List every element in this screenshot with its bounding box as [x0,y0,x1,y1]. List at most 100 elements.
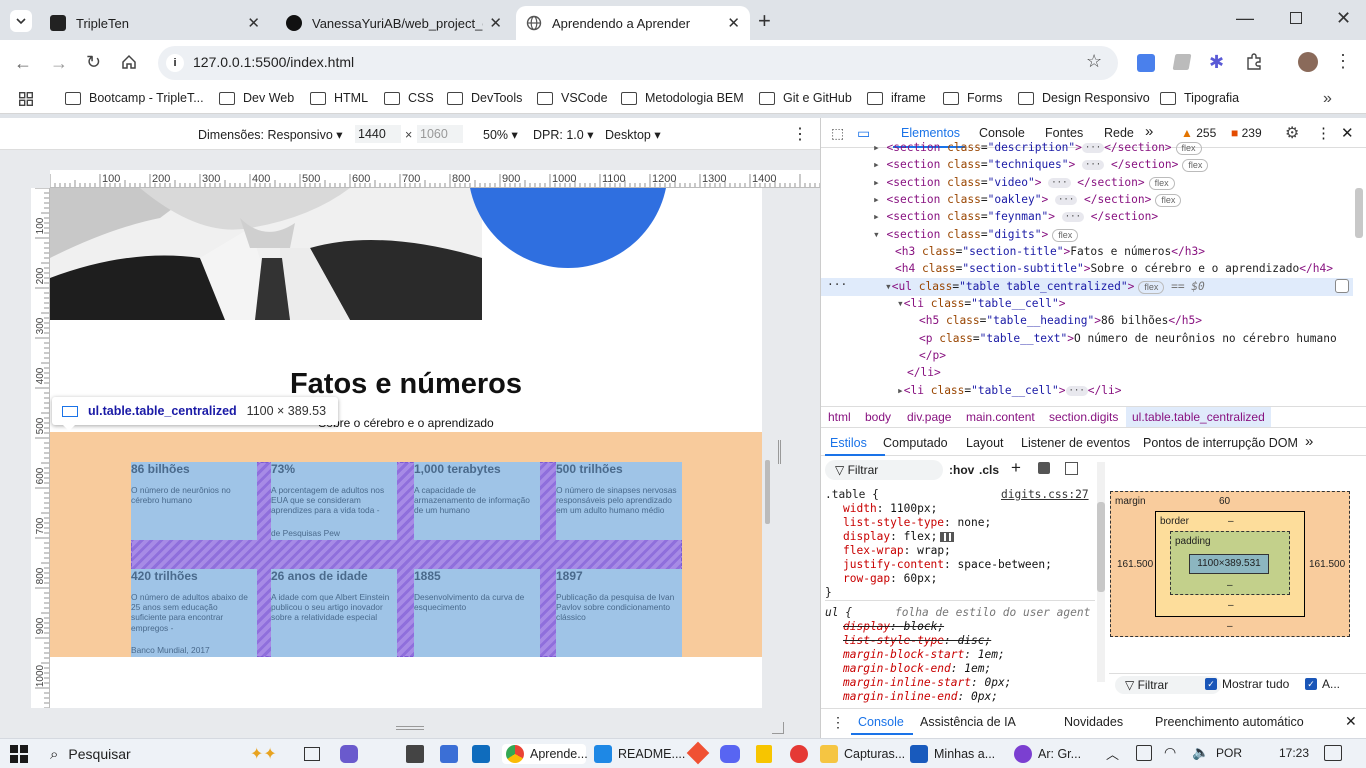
new-tab-button[interactable]: + [758,8,771,34]
styles-filter-input[interactable]: ▽ Filtrar [825,460,943,480]
hov-toggle[interactable]: :hov [949,463,974,477]
settings-gear-icon[interactable]: ⚙ [1285,123,1299,143]
site-info-icon[interactable]: i [166,54,184,72]
back-button[interactable]: ← [14,53,32,74]
taskbar-weather[interactable]: Ar: Gr... [1014,744,1081,764]
address-bar[interactable]: i 127.0.0.1:5500/index.html ☆ [158,46,1118,80]
bookmark-folder[interactable]: CSS [384,91,434,105]
taskbar-app-chrome[interactable]: Aprende... [502,744,588,764]
drawer-close-icon[interactable]: ✕ [1345,713,1357,730]
dom-node-selected[interactable]: ▾<ul class="table table_centralized"> fle… [885,280,1205,294]
bookmark-folder[interactable]: Git e GitHub [759,91,852,105]
drawer-tab-ai[interactable]: Assistência de IA [920,715,1016,729]
resize-handle-right[interactable] [778,440,781,464]
tab-search-button[interactable] [10,10,32,32]
padding-bottom-value[interactable]: – [1227,580,1233,591]
flexbox-editor-icon[interactable] [940,532,955,542]
dom-node[interactable]: ▸ <section class="video"> ··· </section>… [873,176,1175,190]
volume-icon[interactable]: 🔈 [1192,744,1209,761]
width-input[interactable]: 1440 [355,125,401,143]
css-property-value[interactable]: 0px; [971,690,998,703]
dom-node[interactable]: ▸<li class="table__cell"> ··· </li> [897,384,1121,397]
resize-handle-bottom[interactable] [396,726,424,730]
dom-node[interactable]: <h4 class="section-subtitle">Sobre o cér… [895,262,1333,275]
discord-icon[interactable] [720,745,740,763]
zoom-select[interactable]: 50% ▾ [483,127,518,142]
css-property[interactable]: margin-block-end: 1em; [843,662,991,675]
css-property-value[interactable]: none; [958,516,992,529]
css-property[interactable]: display: block; [843,620,944,633]
task-view-icon[interactable] [304,747,320,761]
more-tabs-icon[interactable]: » [1145,123,1153,140]
css-property-name[interactable]: display [843,530,890,543]
warnings-counter[interactable]: ▲ 255 [1181,126,1216,140]
dom-scrollbar[interactable] [1355,188,1363,238]
paint-icon[interactable] [1038,462,1050,474]
bookmark-folder[interactable]: Design Responsivo [1018,91,1150,105]
snowflake-extension-icon[interactable]: ✱ [1209,52,1224,73]
css-property-name[interactable]: list-style-type [843,516,944,529]
css-property[interactable]: margin-inline-start: 0px; [843,676,1011,689]
url-text[interactable]: 127.0.0.1:5500/index.html [193,54,354,70]
bookmark-folder[interactable]: DevTools [447,91,522,105]
language-indicator[interactable]: POR [1216,746,1242,760]
more-bookmarks-icon[interactable]: » [1323,90,1332,108]
clock[interactable]: 17:23 [1279,746,1309,760]
css-property-name[interactable]: width [843,502,877,515]
tab-computed[interactable]: Computado [883,436,948,450]
tab-github[interactable]: VanessaYuriAB/web_project_co ✕ [276,6,512,40]
css-property[interactable]: flex-wrap: wrap; [843,544,951,557]
css-property-name[interactable]: justify-content [843,558,944,571]
youtube-music-icon[interactable] [790,745,808,763]
devtools-close-icon[interactable]: ✕ [1341,124,1354,142]
extension-icon[interactable] [1172,54,1192,70]
outlook-icon[interactable] [472,745,490,763]
css-property[interactable]: row-gap: 60px; [843,572,937,585]
bookmark-folder[interactable]: HTML [310,91,368,105]
bookmark-star-icon[interactable]: ☆ [1086,51,1102,72]
devtools-menu-icon[interactable]: ⋮ [1316,124,1331,142]
bookmark-folder[interactable]: Forms [943,91,1002,105]
viewport-scrollbar[interactable] [765,460,770,524]
menu-kebab-icon[interactable]: ⋮ [1334,51,1352,72]
close-icon[interactable]: ✕ [727,14,740,32]
css-property[interactable]: list-style-type: disc; [843,634,991,647]
dom-node[interactable]: <h3 class="section-title">Fatos e número… [895,245,1205,258]
new-rule-icon[interactable]: + [1011,458,1021,478]
app-icon[interactable] [440,745,458,763]
css-property-name[interactable]: margin-inline-end [843,690,958,703]
margin-top-value[interactable]: 60 [1219,496,1230,507]
more-tabs-icon[interactable]: » [1305,433,1313,450]
show-all-checkbox[interactable]: ✓ Mostrar tudo [1205,677,1289,691]
tab-elements[interactable]: Elementos [901,126,960,140]
dom-node[interactable]: ▸ <section class="techniques"> ··· </sec… [873,158,1209,172]
margin-bottom-value[interactable]: – [1227,621,1233,632]
rule-source-link[interactable]: digits.css:27 [1001,488,1089,501]
height-input[interactable]: 1060 [417,125,463,143]
css-property[interactable]: margin-inline-end: 0px; [843,690,998,703]
css-property[interactable]: justify-content: space-between; [843,558,1052,571]
dom-node[interactable]: ▾ <section class="digits"> flex [873,228,1079,242]
file-explorer-icon[interactable] [406,745,424,763]
reload-button[interactable]: ↻ [86,52,101,73]
styles-scrollbar[interactable] [1097,462,1105,682]
dom-node[interactable]: <p class="table__text">O número de neurô… [919,332,1337,345]
drawer-menu-icon[interactable]: ⋮ [831,714,845,731]
inspect-element-icon[interactable]: ⬚ [831,125,844,142]
taskbar-app-word[interactable]: Minhas a... [910,744,995,764]
errors-counter[interactable]: ■ 239 [1231,126,1262,140]
css-property-value[interactable]: flex; [904,530,938,543]
css-property-name[interactable]: flex-wrap [843,544,904,557]
css-property-value[interactable]: 1100px; [890,502,937,515]
bookmark-folder[interactable]: Tipografia [1160,91,1239,105]
dom-node[interactable]: <h5 class="table__heading">86 bilhões</h… [919,314,1202,327]
css-property-name[interactable]: row-gap [843,572,890,585]
copilot-icon[interactable] [340,745,358,763]
close-icon[interactable]: ✕ [489,14,502,32]
copilot-sparkle-icon[interactable]: ✦✦ [250,744,277,764]
window-close-button[interactable]: ✕ [1336,8,1351,29]
tab-styles[interactable]: Estilos [830,436,867,450]
drawer-tab-news[interactable]: Novidades [1064,715,1123,729]
css-property-value[interactable]: 60px; [904,572,938,585]
close-icon[interactable]: ✕ [247,14,260,32]
